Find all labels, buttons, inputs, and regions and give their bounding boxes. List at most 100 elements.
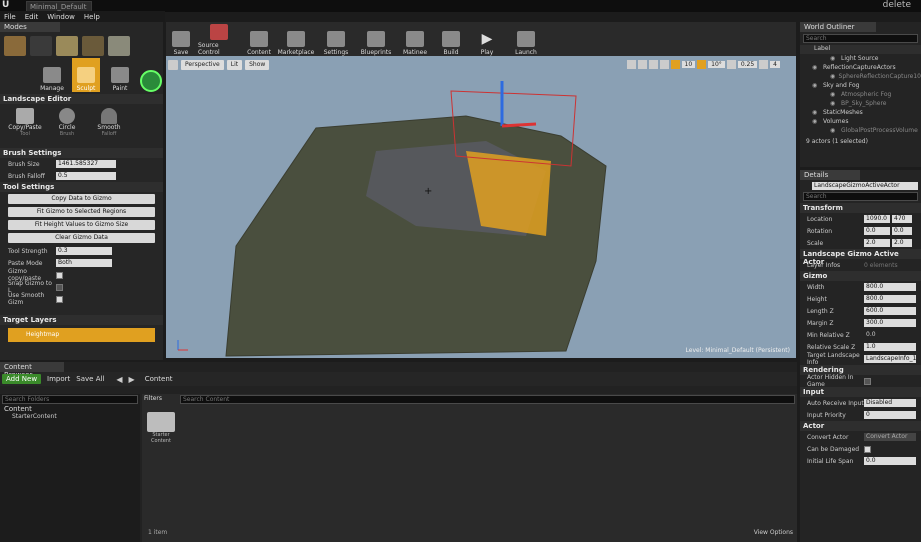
- save-all-button[interactable]: Save All: [76, 375, 104, 383]
- list-item[interactable]: ◉ Light Source: [800, 54, 921, 63]
- grid-snap-icon[interactable]: [670, 60, 680, 69]
- starter-content-folder[interactable]: Starter Content: [146, 412, 176, 444]
- fit-gizmo-button[interactable]: Fit Gizmo to Selected Regions: [8, 207, 155, 217]
- list-item[interactable]: ◉ SphereReflectionCapture10: [800, 72, 921, 81]
- scale-snap-icon[interactable]: [726, 60, 736, 69]
- landscape-mode-icon[interactable]: [56, 36, 78, 56]
- outliner-label-column[interactable]: Label: [800, 45, 921, 54]
- rotation-y-field[interactable]: 0.0: [892, 227, 912, 235]
- viewport[interactable]: + Perspective Lit Show 10 10° 0.25 4 Lev…: [166, 56, 796, 358]
- menu-window[interactable]: Window: [47, 13, 75, 21]
- paint-mode-icon[interactable]: [30, 36, 52, 56]
- back-arrow-icon[interactable]: ◀: [116, 375, 122, 384]
- details-search-input[interactable]: Search: [803, 192, 918, 201]
- gizmo-x-axis[interactable]: [501, 122, 537, 128]
- copy-data-to-gizmo-button[interactable]: Copy Data to Gizmo: [8, 194, 155, 204]
- circle-brush-tool[interactable]: Circle Brush: [52, 108, 82, 144]
- world-local-icon[interactable]: [659, 60, 669, 69]
- save-button[interactable]: Save: [170, 22, 192, 56]
- auto-receive-select[interactable]: Disabled: [864, 399, 916, 407]
- camera-speed-icon[interactable]: [759, 60, 769, 69]
- copy-paste-tool[interactable]: Copy/Paste Tool: [8, 108, 42, 144]
- paint-tool[interactable]: Paint: [106, 58, 134, 92]
- list-item[interactable]: ◉ GlobalPostProcessVolume: [800, 126, 921, 135]
- snap-gizmo-checkbox[interactable]: [56, 283, 63, 291]
- can-be-damaged-checkbox[interactable]: [864, 445, 871, 453]
- search-content-input[interactable]: Search Content: [180, 395, 795, 404]
- menu-edit[interactable]: Edit: [25, 13, 39, 21]
- world-outliner-tab[interactable]: World Outliner: [800, 22, 876, 32]
- content-browser-tab[interactable]: Content Browser: [0, 362, 64, 379]
- visibility-icon[interactable]: ◉: [812, 118, 820, 125]
- tree-item-content[interactable]: Content: [0, 405, 140, 413]
- smooth-falloff-tool[interactable]: Smooth Falloff: [94, 108, 124, 144]
- gizmo-width-field[interactable]: 800.0: [864, 283, 916, 291]
- visibility-icon[interactable]: ◉: [830, 73, 836, 80]
- list-item[interactable]: ◉ Atmospheric Fog: [800, 90, 921, 99]
- show-button[interactable]: Show: [245, 60, 270, 70]
- details-tab[interactable]: Details: [800, 170, 860, 180]
- visibility-icon[interactable]: ◉: [830, 100, 838, 107]
- list-item[interactable]: ◉ BP_Sky_Sphere: [800, 99, 921, 108]
- heightmap-layer[interactable]: Heightmap: [8, 328, 155, 342]
- gizmo-length-z-field[interactable]: 600.0: [864, 307, 916, 315]
- settings-button[interactable]: Settings: [320, 22, 352, 56]
- landscape-gizmo-icon[interactable]: [140, 70, 162, 92]
- rotation-snap-icon[interactable]: [697, 60, 707, 69]
- lit-button[interactable]: Lit: [226, 60, 243, 70]
- scale-icon[interactable]: [648, 60, 658, 69]
- menu-file[interactable]: File: [4, 13, 16, 21]
- modes-tab[interactable]: Modes: [0, 22, 60, 32]
- place-mode-icon[interactable]: [4, 36, 26, 56]
- use-smooth-checkbox[interactable]: [56, 295, 63, 303]
- input-priority-field[interactable]: 0: [864, 411, 916, 419]
- window-close-label[interactable]: delete: [883, 0, 911, 10]
- marketplace-button[interactable]: Marketplace: [278, 22, 314, 56]
- search-folders-input[interactable]: Search Folders: [2, 395, 138, 404]
- blueprints-button[interactable]: Blueprints: [358, 22, 394, 56]
- source-control-button[interactable]: Source Control: [198, 22, 240, 56]
- visibility-icon[interactable]: ◉: [830, 127, 838, 134]
- target-landscape-field[interactable]: LandscapeInfo_1: [864, 355, 916, 363]
- foliage-mode-icon[interactable]: [82, 36, 104, 56]
- menu-help[interactable]: Help: [84, 13, 100, 21]
- rotation-snap-value[interactable]: 10°: [708, 61, 725, 68]
- build-button[interactable]: Build: [436, 22, 466, 56]
- view-options-button[interactable]: View Options: [754, 529, 793, 536]
- matinee-button[interactable]: Matinee: [400, 22, 430, 56]
- list-item[interactable]: ◉ StaticMeshes: [800, 108, 921, 117]
- camera-speed-value[interactable]: 4: [770, 61, 780, 68]
- geometry-mode-icon[interactable]: [108, 36, 130, 56]
- add-new-button[interactable]: Add New: [2, 374, 42, 384]
- location-x-field[interactable]: 1090.0: [864, 215, 890, 223]
- convert-actor-select[interactable]: Convert Actor: [864, 433, 916, 441]
- grid-snap-value[interactable]: 10: [681, 61, 696, 68]
- filters-button[interactable]: Filters: [144, 395, 176, 404]
- clear-gizmo-data-button[interactable]: Clear Gizmo Data: [8, 233, 155, 243]
- outliner-search-input[interactable]: Search: [803, 34, 918, 43]
- launch-button[interactable]: Launch: [508, 22, 544, 56]
- fit-height-values-button[interactable]: Fit Height Values to Gizmo Size: [8, 220, 155, 230]
- visibility-icon[interactable]: ◉: [830, 55, 838, 62]
- visibility-icon[interactable]: ◉: [812, 82, 820, 89]
- visibility-icon[interactable]: ◉: [830, 91, 838, 98]
- scale-x-field[interactable]: 2.0: [864, 239, 890, 247]
- gizmo-min-relative-z-field[interactable]: 0.0: [864, 331, 916, 339]
- gizmo-copy-checkbox[interactable]: [56, 271, 63, 279]
- visibility-icon[interactable]: ◉: [812, 109, 820, 116]
- brush-size-field[interactable]: 1461.585327: [56, 160, 116, 168]
- forward-arrow-icon[interactable]: ▶: [129, 375, 135, 384]
- gizmo-margin-z-field[interactable]: 300.0: [864, 319, 916, 327]
- rotate-icon[interactable]: [637, 60, 647, 69]
- manage-tool[interactable]: Manage: [38, 58, 66, 92]
- paste-mode-select[interactable]: Both: [56, 259, 112, 267]
- list-item[interactable]: ◉ Volumes: [800, 117, 921, 126]
- visibility-icon[interactable]: ◉: [812, 64, 820, 71]
- perspective-button[interactable]: Perspective: [181, 60, 224, 70]
- brush-falloff-field[interactable]: 0.5: [56, 172, 116, 180]
- rotation-x-field[interactable]: 0.0: [864, 227, 890, 235]
- initial-life-span-field[interactable]: 0.0: [864, 457, 916, 465]
- location-y-field[interactable]: 470: [892, 215, 912, 223]
- actor-hidden-checkbox[interactable]: [864, 377, 871, 385]
- gizmo-height-field[interactable]: 800.0: [864, 295, 916, 303]
